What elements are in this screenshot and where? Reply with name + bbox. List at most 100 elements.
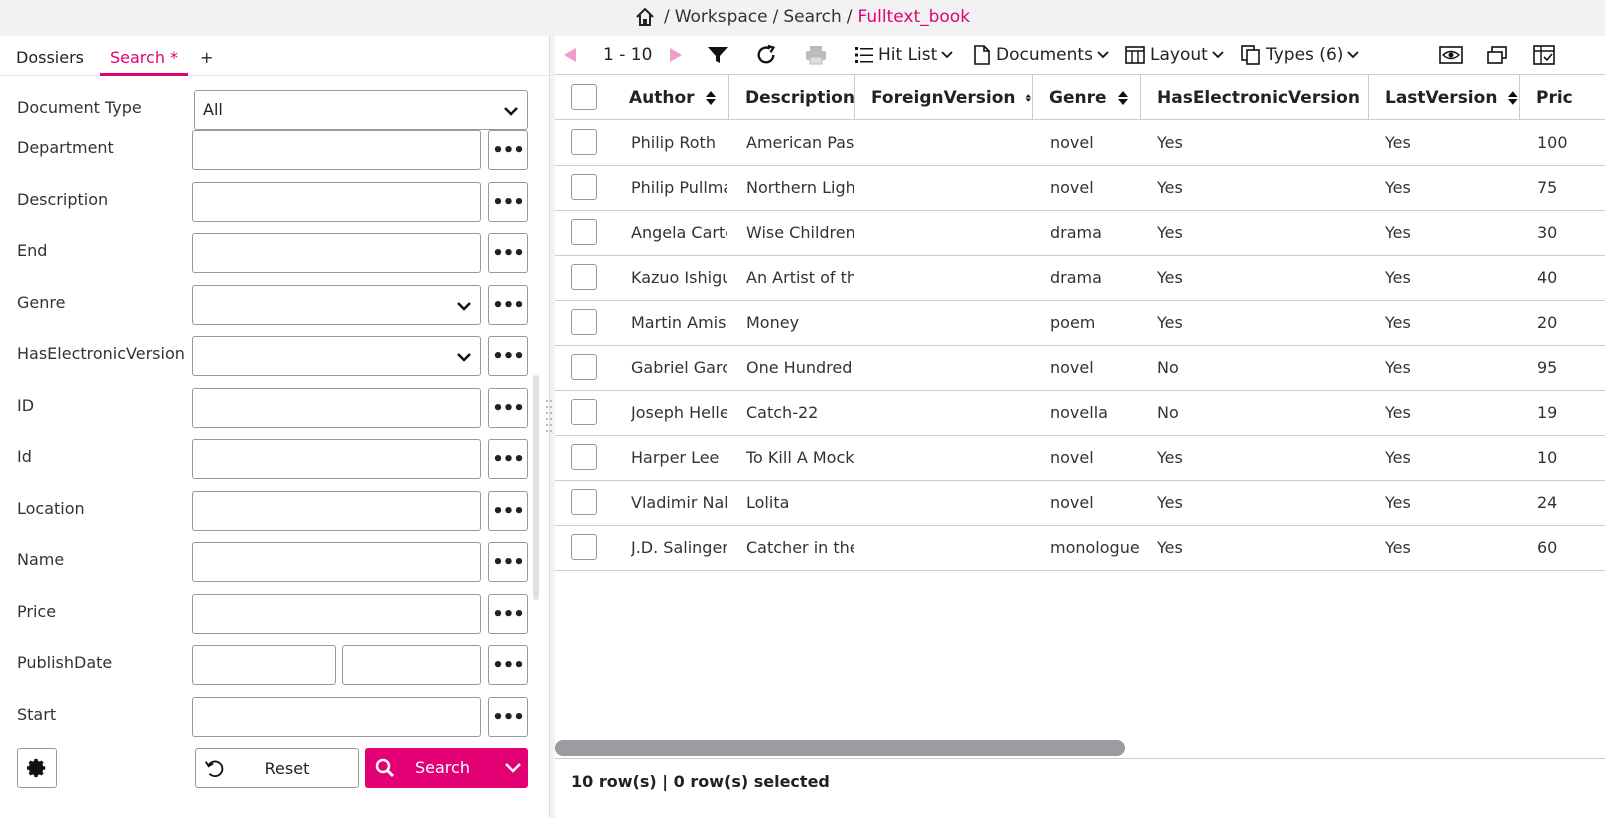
department-input[interactable]	[192, 130, 481, 170]
refresh-button[interactable]	[755, 36, 777, 74]
row-checkbox[interactable]	[571, 174, 597, 200]
chevron-down-icon	[504, 107, 518, 116]
table-cell-foreign	[873, 211, 1023, 255]
publish-date-more-button[interactable]: •••	[488, 645, 528, 685]
breadcrumb-workspace[interactable]: Workspace	[675, 7, 768, 27]
hit-list-menu[interactable]: Hit List	[854, 36, 953, 74]
horizontal-scrollbar[interactable]	[555, 740, 1125, 756]
column-header-has-electronic-version[interactable]: HasElectronicVersion	[1141, 75, 1369, 120]
previous-page-button[interactable]	[561, 36, 579, 74]
description-input[interactable]	[192, 182, 481, 222]
table-cell-electronic: Yes	[1157, 313, 1183, 332]
row-checkbox[interactable]	[571, 309, 597, 335]
settings-button[interactable]	[17, 748, 57, 788]
column-header-foreign-version[interactable]: ForeignVersion	[855, 75, 1033, 120]
field-label: Location	[17, 499, 85, 518]
row-checkbox[interactable]	[571, 444, 597, 470]
filter-button[interactable]	[707, 36, 729, 74]
column-chooser-button[interactable]	[1533, 36, 1555, 74]
print-button[interactable]	[805, 36, 827, 74]
table-cell-electronic: Yes	[1157, 133, 1183, 152]
chevron-down-icon	[1347, 51, 1360, 59]
table-row[interactable]: Martin Amis Money poem Yes Yes 20	[555, 301, 1605, 346]
publish-date-from-input[interactable]	[192, 645, 336, 685]
table-row[interactable]: Harper Lee To Kill A Mocki novel Yes Yes 10	[555, 436, 1605, 481]
name-input[interactable]	[192, 542, 481, 582]
start-more-button[interactable]: •••	[488, 697, 528, 737]
add-tab-button[interactable]: +	[194, 48, 219, 75]
table-row[interactable]: Philip Roth American Past novel Yes Yes 100	[555, 121, 1605, 166]
sort-icon	[1508, 90, 1519, 105]
table-cell-genre: novel	[1050, 133, 1094, 152]
table-row[interactable]: Kazuo Ishigu An Artist of the drama Yes Yes 4…	[555, 256, 1605, 301]
breadcrumb-search[interactable]: Search	[783, 7, 841, 27]
next-page-button[interactable]	[667, 36, 685, 74]
row-checkbox[interactable]	[571, 534, 597, 560]
refresh-icon	[757, 44, 776, 64]
table-cell-genre: novel	[1050, 178, 1094, 197]
end-input[interactable]	[192, 233, 481, 273]
table-row[interactable]: Philip Pullma Northern Light novel Yes Yes 75	[555, 166, 1605, 211]
id-upper-more-button[interactable]: •••	[488, 388, 528, 428]
table-row[interactable]: Vladimir Nab Lolita novel Yes Yes 24	[555, 481, 1605, 526]
price-more-button[interactable]: •••	[488, 594, 528, 634]
table-cell-price: 95	[1537, 358, 1558, 377]
has-electronic-version-more-button[interactable]: •••	[488, 336, 528, 376]
department-more-button[interactable]: •••	[488, 130, 528, 170]
gear-icon	[26, 758, 46, 778]
document-type-select[interactable]: All	[194, 90, 528, 130]
field-label: ID	[17, 396, 35, 415]
select-all-checkbox[interactable]	[571, 84, 597, 110]
table-row[interactable]: Joseph Helle Catch-22 novella No Yes 19	[555, 391, 1605, 436]
table-row[interactable]: Gabriel Garci One Hundred Y novel No Yes 95	[555, 346, 1605, 391]
tab-dossiers[interactable]: Dossiers	[6, 48, 94, 75]
location-more-button[interactable]: •••	[488, 491, 528, 531]
name-more-button[interactable]: •••	[488, 542, 528, 582]
column-header-description[interactable]: Description	[729, 75, 855, 120]
form-scrollbar[interactable]	[533, 375, 539, 600]
row-checkbox[interactable]	[571, 264, 597, 290]
column-header-genre[interactable]: Genre	[1033, 75, 1141, 120]
start-input[interactable]	[192, 697, 481, 737]
table-cell-electronic: Yes	[1157, 268, 1183, 287]
field-name: Name •••	[0, 542, 550, 582]
layout-menu[interactable]: Layout	[1125, 36, 1224, 74]
reset-button[interactable]: Reset	[195, 748, 359, 788]
column-header-price[interactable]: Pric	[1520, 75, 1605, 120]
home-icon[interactable]	[635, 7, 655, 27]
table-row[interactable]: J.D. Salinger Catcher in the monologue Yes Y…	[555, 526, 1605, 571]
table-cell-price: 24	[1537, 493, 1558, 512]
row-checkbox[interactable]	[571, 219, 597, 245]
table-cell-description: Catcher in the	[746, 538, 854, 557]
documents-menu[interactable]: Documents	[973, 36, 1109, 74]
document-type-value: All	[203, 100, 223, 119]
genre-select[interactable]	[192, 285, 481, 325]
description-more-button[interactable]: •••	[488, 182, 528, 222]
search-button[interactable]: Search	[365, 748, 528, 788]
row-checkbox[interactable]	[571, 129, 597, 155]
preview-toggle-button[interactable]	[1439, 36, 1463, 74]
row-checkbox[interactable]	[571, 354, 597, 380]
location-input[interactable]	[192, 491, 481, 531]
window-button[interactable]	[1487, 36, 1507, 74]
chevron-down-icon[interactable]	[504, 760, 522, 776]
row-checkbox[interactable]	[571, 489, 597, 515]
types-menu[interactable]: Types (6)	[1241, 36, 1360, 74]
column-header-label: Author	[629, 87, 695, 108]
id-lower-more-button[interactable]: •••	[488, 439, 528, 479]
has-electronic-version-select[interactable]	[192, 336, 481, 376]
panel-splitter-handle[interactable]	[546, 400, 552, 440]
end-more-button[interactable]: •••	[488, 233, 528, 273]
id-lower-input[interactable]	[192, 439, 481, 479]
table-cell-author: Philip Roth	[631, 133, 716, 152]
tab-search[interactable]: Search *	[99, 48, 189, 76]
sort-icon	[705, 90, 716, 105]
id-upper-input[interactable]	[192, 388, 481, 428]
table-row[interactable]: Angela Carte Wise Children drama Yes Yes 30	[555, 211, 1605, 256]
price-input[interactable]	[192, 594, 481, 634]
genre-more-button[interactable]: •••	[488, 285, 528, 325]
row-checkbox[interactable]	[571, 399, 597, 425]
publish-date-to-input[interactable]	[342, 645, 481, 685]
column-header-author[interactable]: Author	[613, 75, 729, 120]
column-header-last-version[interactable]: LastVersion	[1369, 75, 1520, 120]
